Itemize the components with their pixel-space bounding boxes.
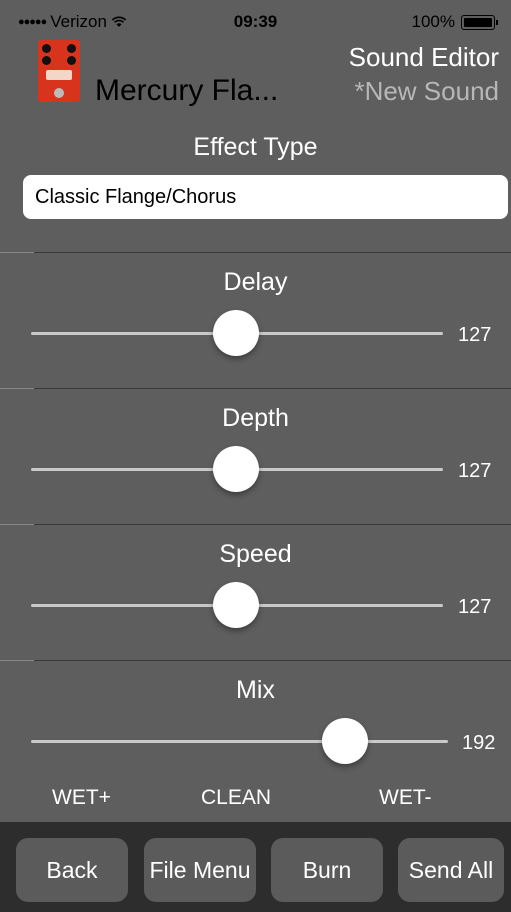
send-all-button[interactable]: Send All	[398, 838, 504, 902]
depth-value: 127	[458, 460, 492, 482]
divider	[0, 252, 511, 253]
back-button[interactable]: Back	[16, 838, 128, 902]
mix-clean-label: CLEAN	[201, 786, 272, 809]
delay-value: 127	[458, 324, 492, 346]
depth-slider[interactable]	[31, 446, 443, 492]
depth-label: Depth	[222, 404, 289, 432]
slider-thumb[interactable]	[213, 582, 260, 628]
preset-name: Mercury Fla...	[95, 74, 279, 107]
slider-thumb[interactable]	[213, 446, 260, 492]
speed-slider[interactable]	[31, 582, 443, 628]
mix-wet-plus-label: WET+	[52, 786, 111, 809]
battery-icon	[461, 14, 498, 30]
slider-track	[31, 740, 448, 743]
divider	[0, 524, 511, 525]
mix-slider[interactable]	[31, 718, 448, 764]
effect-type-label: Effect Type	[193, 133, 318, 161]
file-menu-button[interactable]: File Menu	[144, 838, 256, 902]
bottom-toolbar: Back File Menu Burn Send All	[0, 822, 511, 912]
mix-wet-minus-label: WET-	[379, 786, 432, 809]
speed-value: 127	[458, 596, 492, 618]
divider	[0, 388, 511, 389]
mix-value: 192	[462, 732, 496, 754]
burn-button[interactable]: Burn	[271, 838, 383, 902]
page-title: Sound Editor	[348, 42, 499, 72]
delay-label: Delay	[223, 268, 288, 296]
delay-slider[interactable]	[31, 310, 443, 356]
mix-label: Mix	[236, 676, 275, 704]
slider-thumb[interactable]	[321, 718, 368, 764]
sound-name: *New Sound	[354, 76, 499, 106]
slider-thumb[interactable]	[213, 310, 260, 356]
pedal-thumbnail-icon	[38, 40, 80, 102]
divider	[0, 660, 511, 661]
battery-percent: 100%	[411, 12, 455, 31]
speed-label: Speed	[219, 540, 292, 568]
effect-type-selector[interactable]: Classic Flange/Chorus	[23, 175, 508, 219]
